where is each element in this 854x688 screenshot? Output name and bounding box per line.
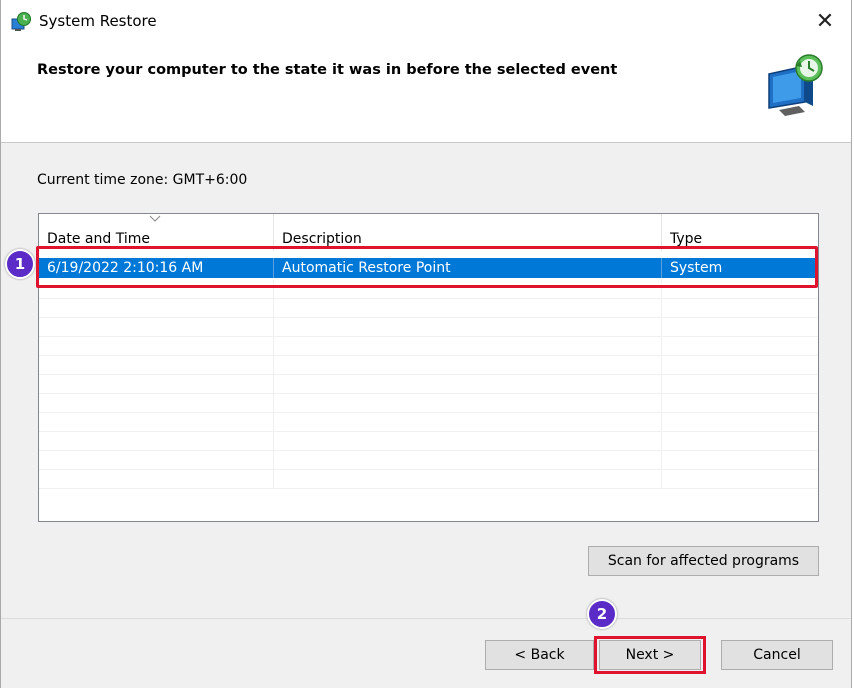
table-cell-empty [39,299,274,318]
system-restore-monitor-icon [768,54,823,116]
footer-divider [1,618,851,619]
cancel-button[interactable]: Cancel [721,640,833,670]
highlight-box-next [594,636,706,674]
scan-affected-programs-button[interactable]: Scan for affected programs [588,546,819,576]
table-cell-empty [662,337,818,356]
table-cell-empty [274,299,662,318]
table-cell-empty [662,299,818,318]
table-cell-empty [274,318,662,337]
table-cell-empty [39,470,274,489]
table-cell-empty [274,356,662,375]
table-row-empty [39,337,818,356]
table-cell-empty [274,375,662,394]
table-cell-empty [39,356,274,375]
table-cell-empty [662,470,818,489]
table-cell-empty [39,318,274,337]
table-cell-empty [39,337,274,356]
column-header-description-label: Description [282,231,362,247]
table-cell-empty [662,413,818,432]
table-cell-empty [274,413,662,432]
table-cell-empty [662,432,818,451]
step-badge-2: 2 [587,599,617,629]
table-cell-empty [274,337,662,356]
step-badge-1: 1 [5,249,35,279]
table-cell-empty [39,451,274,470]
table-row-empty [39,375,818,394]
timezone-label: Current time zone: GMT+6:00 [37,172,248,188]
table-cell-empty [274,451,662,470]
table-cell-empty [274,470,662,489]
table-row-empty [39,318,818,337]
table-cell-empty [662,451,818,470]
table-cell-empty [662,394,818,413]
header-title: Restore your computer to the state it wa… [37,62,618,78]
column-header-date-label: Date and Time [47,231,150,247]
close-button[interactable]: ✕ [809,6,841,38]
window-title: System Restore [39,12,157,30]
back-button[interactable]: < Back [485,640,594,670]
table-row-empty [39,299,818,318]
table-cell-empty [274,394,662,413]
table-cell-empty [39,413,274,432]
table-cell-empty [39,432,274,451]
table-row-empty [39,413,818,432]
dialog-header: Restore your computer to the state it wa… [1,46,851,143]
highlight-box-row [36,246,818,288]
table-row-empty [39,451,818,470]
table-row-empty [39,356,818,375]
table-cell-empty [662,356,818,375]
table-row-empty [39,394,818,413]
system-restore-app-icon [11,12,31,31]
title-bar: System Restore ✕ [1,0,851,46]
sort-chevron-down-icon [149,215,161,222]
table-cell-empty [662,318,818,337]
table-cell-empty [662,375,818,394]
system-restore-dialog: System Restore ✕ Restore your computer t… [0,0,852,688]
table-cell-empty [274,432,662,451]
table-row-empty [39,470,818,489]
column-header-type-label: Type [670,231,703,247]
table-cell-empty [39,375,274,394]
table-cell-empty [39,394,274,413]
table-row-empty [39,432,818,451]
